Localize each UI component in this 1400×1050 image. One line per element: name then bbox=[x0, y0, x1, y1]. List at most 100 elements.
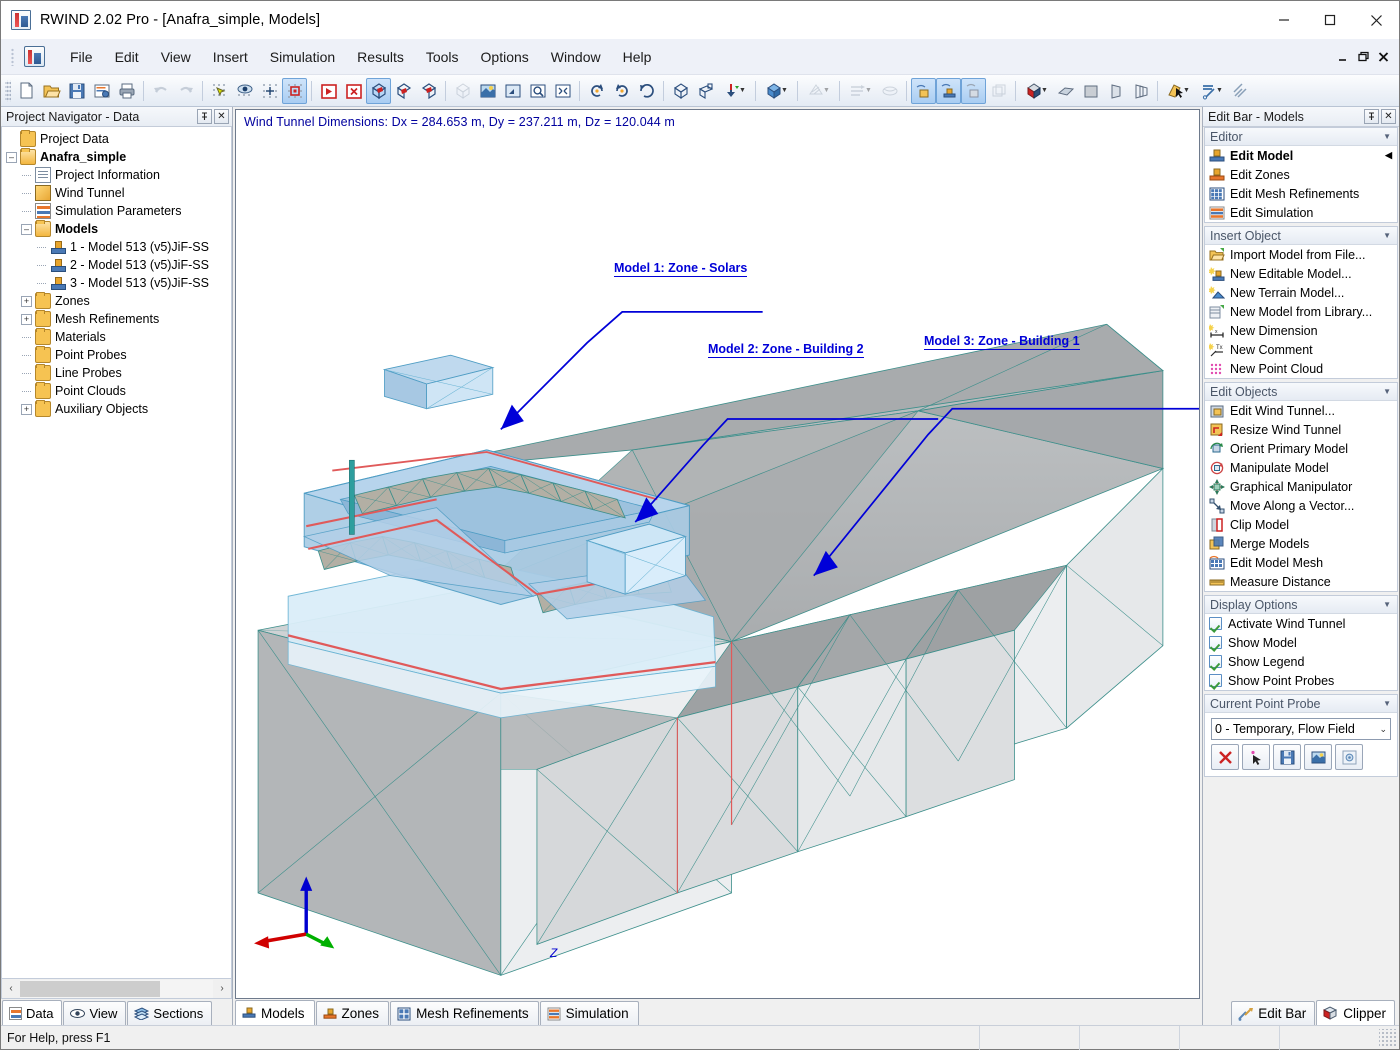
rotate-right-button[interactable] bbox=[609, 78, 634, 104]
editbar-group-probe-header[interactable]: Current Point Probe ▼ bbox=[1205, 695, 1397, 713]
menu-app-logo-icon[interactable] bbox=[24, 46, 45, 67]
resize-grip-icon[interactable] bbox=[1379, 1029, 1397, 1047]
save-probe-button[interactable] bbox=[1273, 744, 1301, 770]
snap-grid-button[interactable] bbox=[257, 78, 282, 104]
doc-tab-models[interactable]: Models bbox=[235, 1000, 315, 1025]
chevron-down-icon[interactable]: ▼ bbox=[739, 87, 746, 94]
editbar-item-move-along-a-vector[interactable]: Move Along a Vector... bbox=[1205, 496, 1397, 515]
editbar-item-new-editable-model[interactable]: New Editable Model... bbox=[1205, 264, 1397, 283]
tree-item-project-information[interactable]: Project Information bbox=[2, 166, 231, 184]
editbar-item-measure-distance[interactable]: Measure Distance bbox=[1205, 572, 1397, 591]
collapse-icon[interactable]: – bbox=[6, 152, 17, 163]
checkbox-row-show-model[interactable]: Show Model bbox=[1205, 633, 1397, 652]
edit-model-toolbar-button[interactable] bbox=[936, 78, 961, 104]
project-tree[interactable]: Project Data–Anafra_simpleProject Inform… bbox=[1, 127, 232, 979]
menu-edit[interactable]: Edit bbox=[104, 45, 150, 69]
view-perspective-button[interactable] bbox=[693, 78, 718, 104]
menu-tools[interactable]: Tools bbox=[415, 45, 470, 69]
editbar-item-import-model-from-file[interactable]: Import Model from File... bbox=[1205, 245, 1397, 264]
editbar-item-new-dimension[interactable]: x New Dimension bbox=[1205, 321, 1397, 340]
solid-display-button[interactable]: ▼ bbox=[760, 78, 793, 104]
editbar-group-display-options-header[interactable]: Display Options ▼ bbox=[1205, 596, 1397, 614]
editbar-group-edit-objects-header[interactable]: Edit Objects ▼ bbox=[1205, 383, 1397, 401]
doc-tab-simulation[interactable]: Simulation bbox=[540, 1001, 639, 1025]
save-file-button[interactable] bbox=[64, 78, 89, 104]
chevron-down-icon[interactable]: ▼ bbox=[865, 87, 872, 94]
tree-item-2-model-513-v5-jif-ss[interactable]: 2 - Model 513 (v5)JiF-SS bbox=[2, 256, 231, 274]
copy-layers-button[interactable] bbox=[986, 78, 1011, 104]
menu-view[interactable]: View bbox=[150, 45, 202, 69]
scroll-left-arrow-icon[interactable]: ‹ bbox=[2, 980, 20, 998]
window-close-button[interactable] bbox=[1353, 1, 1399, 39]
render-mode-button[interactable] bbox=[475, 78, 500, 104]
show-legend-checkbox[interactable] bbox=[1209, 655, 1222, 668]
tree-item-wind-tunnel[interactable]: Wind Tunnel bbox=[2, 184, 231, 202]
tree-item-point-probes[interactable]: Point Probes bbox=[2, 346, 231, 364]
menu-results[interactable]: Results bbox=[346, 45, 415, 69]
tree-item-models[interactable]: –Models bbox=[2, 220, 231, 238]
probe-render-button[interactable] bbox=[1304, 744, 1332, 770]
nav-tab-sections[interactable]: Sections bbox=[127, 1001, 212, 1025]
edit-mesh-toolbar-button[interactable] bbox=[961, 78, 986, 104]
chevron-down-icon[interactable]: ⌄ bbox=[1379, 724, 1387, 735]
editbar-item-graphical-manipulator[interactable]: Graphical Manipulator bbox=[1205, 477, 1397, 496]
tree-item-materials[interactable]: Materials bbox=[2, 328, 231, 346]
hide-object-button[interactable] bbox=[341, 78, 366, 104]
select-box-button[interactable] bbox=[282, 78, 307, 104]
delete-probe-button[interactable] bbox=[1211, 744, 1239, 770]
editbar-item-new-comment[interactable]: Tx New Comment bbox=[1205, 340, 1397, 359]
settings-tool-button[interactable]: ▼ bbox=[1195, 78, 1228, 104]
editbar-item-new-terrain-model[interactable]: New Terrain Model... bbox=[1205, 283, 1397, 302]
editbar-group-insert-header[interactable]: Insert Object ▼ bbox=[1205, 227, 1397, 245]
collapse-icon[interactable]: – bbox=[21, 224, 32, 235]
wireframe-button[interactable] bbox=[450, 78, 475, 104]
probe-settings-button[interactable] bbox=[1335, 744, 1363, 770]
plane-multi-button[interactable] bbox=[1128, 78, 1153, 104]
editbar-group-editor-header[interactable]: Editor ▼ bbox=[1205, 128, 1397, 146]
current-point-probe-select[interactable]: 0 - Temporary, Flow Field ⌄ bbox=[1211, 718, 1391, 740]
view-iso-1-button[interactable] bbox=[366, 78, 391, 104]
tree-item-auxiliary-objects[interactable]: +Auxiliary Objects bbox=[2, 400, 231, 418]
menu-help[interactable]: Help bbox=[612, 45, 663, 69]
zoom-fit-button[interactable] bbox=[550, 78, 575, 104]
doc-tab-mesh-refinements[interactable]: Mesh Refinements bbox=[390, 1001, 539, 1025]
editbar-close-button[interactable]: ✕ bbox=[1381, 109, 1396, 124]
editbar-item-merge-models[interactable]: Merge Models bbox=[1205, 534, 1397, 553]
checkbox-row-show-point-probes[interactable]: Show Point Probes bbox=[1205, 671, 1397, 690]
editbar-item-clip-model[interactable]: Clip Model bbox=[1205, 515, 1397, 534]
wind-direction-button[interactable]: ▼ bbox=[718, 78, 751, 104]
flow-lines-button[interactable]: ▼ bbox=[844, 78, 877, 104]
measure-tool-button[interactable] bbox=[1228, 78, 1253, 104]
redo-button[interactable] bbox=[173, 78, 198, 104]
rotate-free-button[interactable] bbox=[634, 78, 659, 104]
mdi-close-button[interactable] bbox=[1374, 47, 1393, 67]
menu-insert[interactable]: Insert bbox=[202, 45, 259, 69]
chevron-down-icon[interactable]: ▼ bbox=[1383, 231, 1391, 240]
nav-tab-view[interactable]: View bbox=[63, 1001, 126, 1025]
pick-probe-button[interactable] bbox=[1242, 744, 1270, 770]
chevron-down-icon[interactable]: ▼ bbox=[1183, 87, 1190, 94]
activate-wind-tunnel-checkbox[interactable] bbox=[1209, 617, 1222, 630]
view-iso-3-button[interactable] bbox=[416, 78, 441, 104]
project-info-button[interactable] bbox=[89, 78, 114, 104]
expand-icon[interactable]: + bbox=[21, 314, 32, 325]
tree-item-zones[interactable]: +Zones bbox=[2, 292, 231, 310]
chevron-down-icon[interactable]: ▼ bbox=[823, 87, 830, 94]
zoom-window-button[interactable] bbox=[500, 78, 525, 104]
edit-wind-tunnel-toolbar-button[interactable] bbox=[911, 78, 936, 104]
iso-surface-button[interactable] bbox=[877, 78, 902, 104]
editbar-item-orient-primary-model[interactable]: Orient Primary Model bbox=[1205, 439, 1397, 458]
plane-fill-button[interactable] bbox=[1078, 78, 1103, 104]
window-minimize-button[interactable] bbox=[1261, 1, 1307, 39]
show-model-checkbox[interactable] bbox=[1209, 636, 1222, 649]
print-button[interactable] bbox=[114, 78, 139, 104]
menu-simulation[interactable]: Simulation bbox=[259, 45, 346, 69]
mdi-minimize-button[interactable] bbox=[1334, 47, 1353, 67]
editbar-item-edit-wind-tunnel[interactable]: Edit Wind Tunnel... bbox=[1205, 401, 1397, 420]
plane-clip-button[interactable] bbox=[1053, 78, 1078, 104]
chevron-down-icon[interactable]: ▼ bbox=[1041, 87, 1048, 94]
view-cube-button[interactable] bbox=[668, 78, 693, 104]
model-view-button[interactable]: ▼ bbox=[1020, 78, 1053, 104]
editbar-item-edit-simulation[interactable]: Edit Simulation bbox=[1205, 203, 1397, 222]
checkbox-row-activate-wind-tunnel[interactable]: Activate Wind Tunnel bbox=[1205, 614, 1397, 633]
